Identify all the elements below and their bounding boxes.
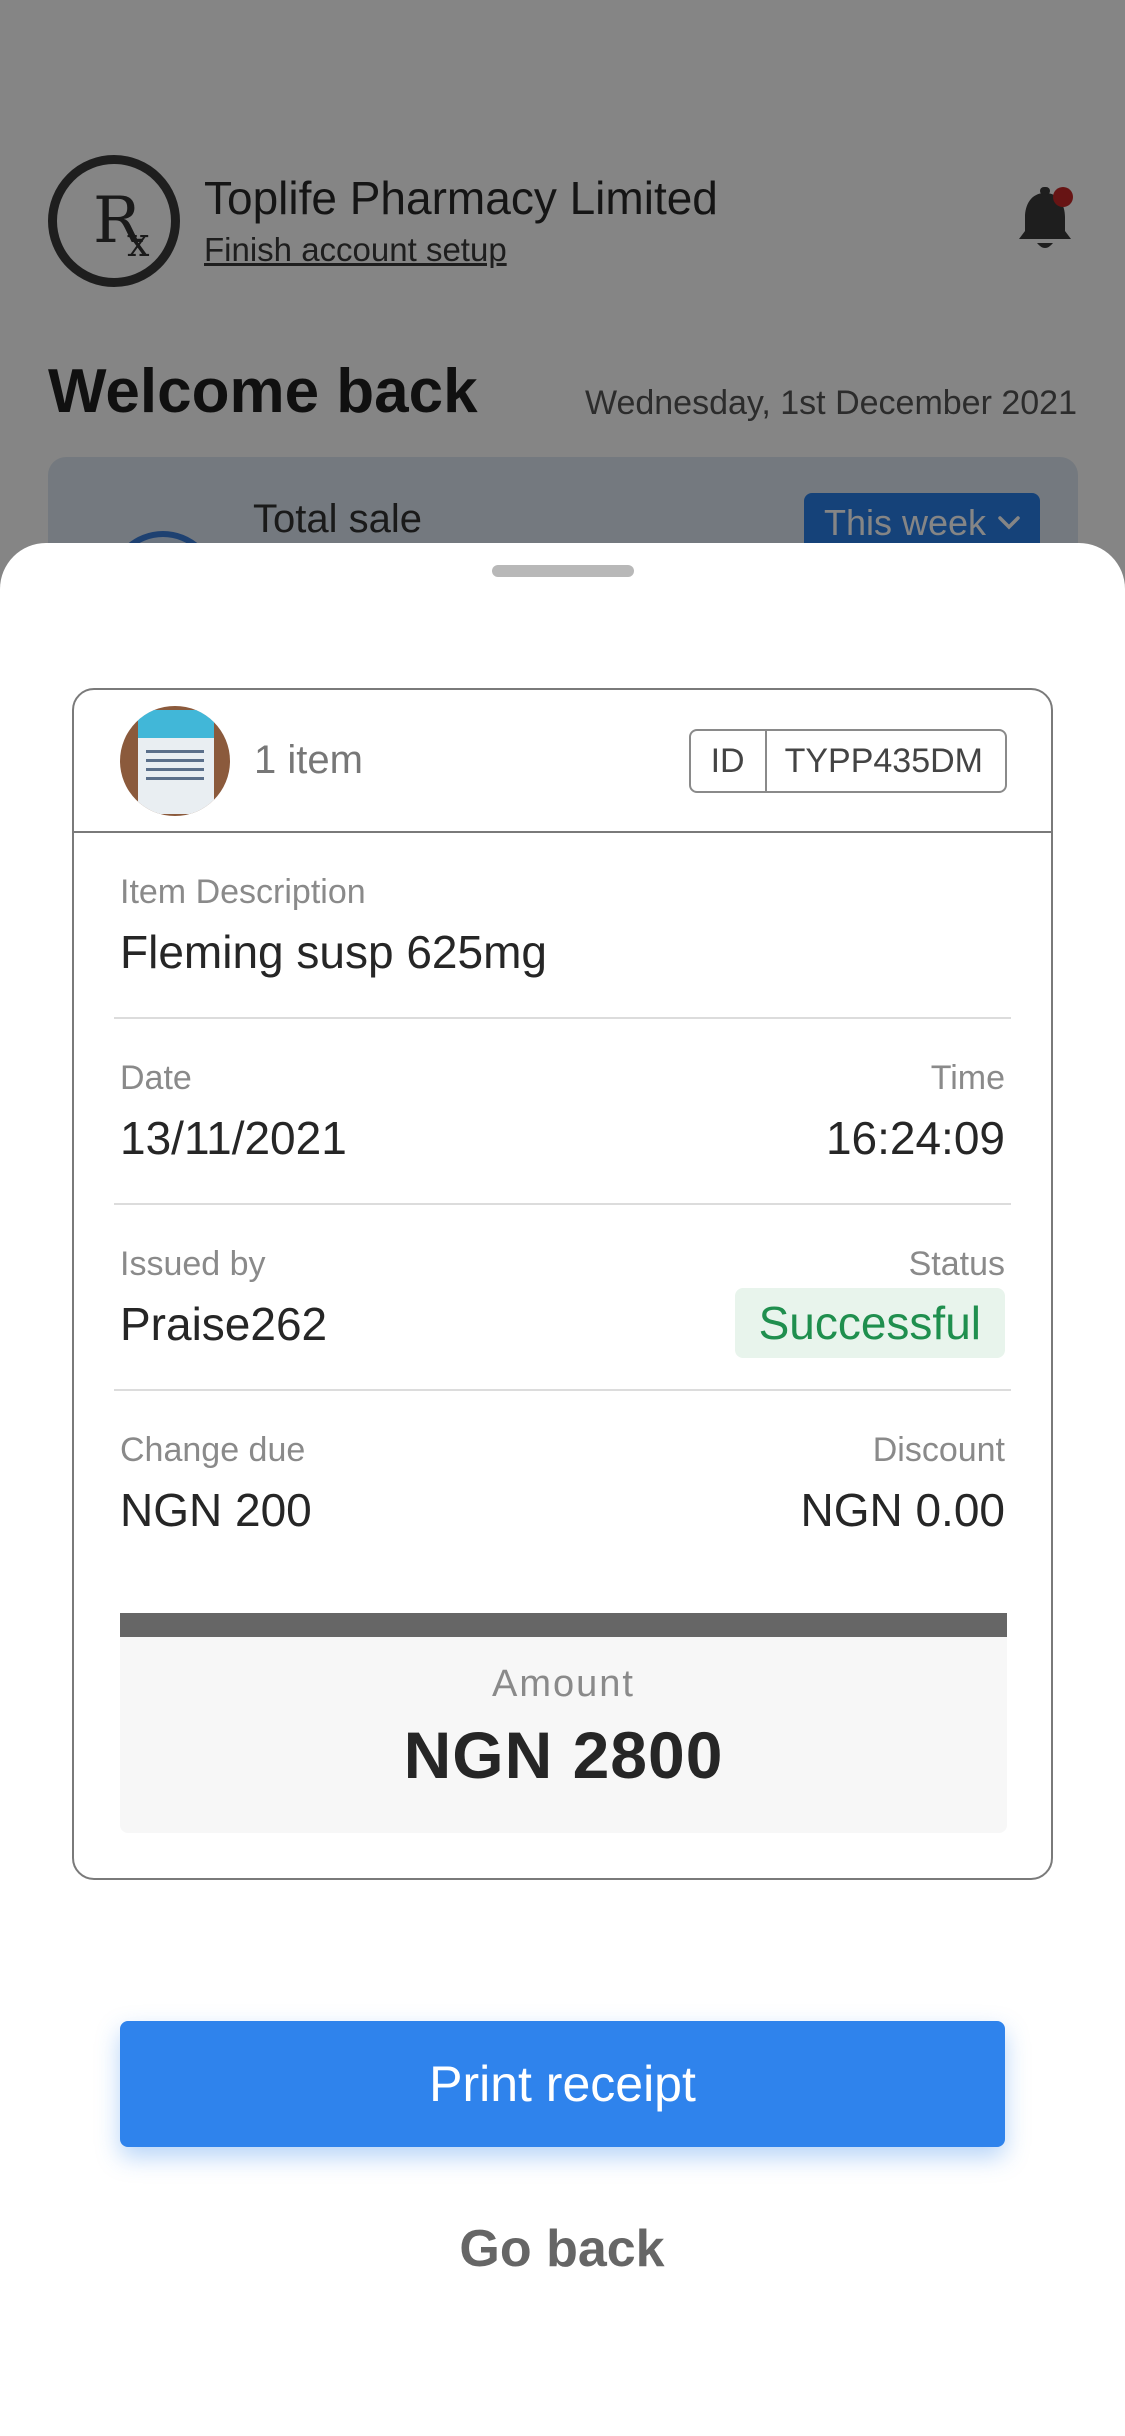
- change-due-value: NGN 200: [120, 1484, 312, 1536]
- item-count: 1 item: [254, 738, 363, 782]
- amount-box: Amount NGN 2800: [120, 1613, 1007, 1833]
- receipt-header: 1 item ID TYPP435DM: [74, 690, 1051, 833]
- sheet-drag-handle[interactable]: [492, 565, 634, 577]
- status-badge: Successful: [734, 1288, 1005, 1358]
- change-due-label: Change due: [120, 1431, 306, 1469]
- issuer-status-row: Issued by Praise262 Status Successful: [74, 1205, 1051, 1391]
- amount-value: NGN 2800: [403, 1718, 724, 1792]
- discount-label: Discount: [872, 1431, 1005, 1469]
- receipt-bottom-sheet: 1 item ID TYPP435DM Item Description Fle…: [0, 543, 1125, 2436]
- print-receipt-button[interactable]: Print receipt: [120, 2021, 1005, 2147]
- item-description-row: Item Description Fleming susp 625mg: [74, 833, 1051, 1019]
- date-value: 13/11/2021: [120, 1112, 347, 1164]
- item-description-label: Item Description: [120, 873, 366, 911]
- date-label: Date: [120, 1059, 192, 1097]
- transaction-id-badge: ID TYPP435DM: [688, 729, 1007, 793]
- item-description-value: Fleming susp 625mg: [120, 926, 547, 978]
- time-value: 16:24:09: [825, 1112, 1005, 1164]
- time-label: Time: [930, 1059, 1005, 1097]
- go-back-button[interactable]: Go back: [412, 2209, 712, 2289]
- issued-by-value: Praise262: [120, 1298, 328, 1350]
- change-discount-row: Change due NGN 200 Discount NGN 0.00: [74, 1391, 1051, 1577]
- product-thumbnail: [120, 706, 230, 816]
- discount-value: NGN 0.00: [800, 1484, 1005, 1536]
- date-time-row: Date 13/11/2021 Time 16:24:09: [74, 1019, 1051, 1205]
- status-label: Status: [908, 1245, 1005, 1283]
- issued-by-label: Issued by: [120, 1245, 266, 1283]
- screen: R x Toplife Pharmacy Limited Finish acco…: [0, 0, 1125, 2436]
- receipt-card: 1 item ID TYPP435DM Item Description Fle…: [72, 688, 1053, 1880]
- id-label: ID: [691, 731, 767, 791]
- id-value: TYPP435DM: [784, 741, 983, 780]
- amount-label: Amount: [492, 1663, 635, 1705]
